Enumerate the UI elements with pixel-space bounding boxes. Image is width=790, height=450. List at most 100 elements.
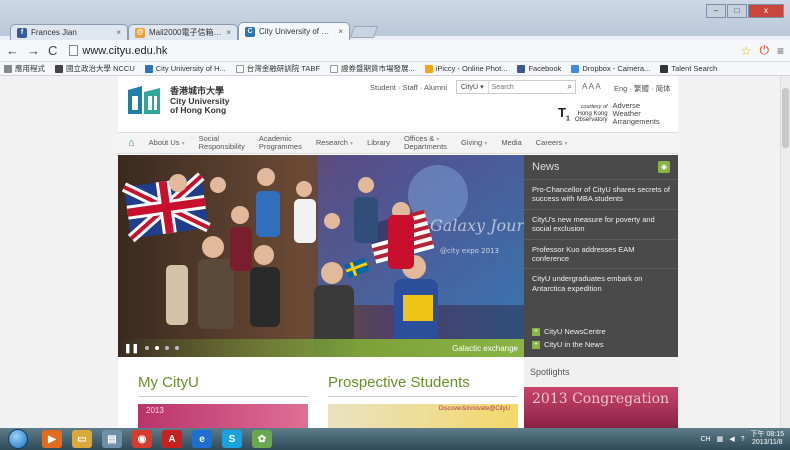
prospective-students-heading[interactable]: Prospective Students — [328, 374, 470, 391]
facebook-icon — [517, 64, 526, 73]
nav-careers[interactable]: Careers ▾ — [535, 137, 568, 147]
bookmark-label: 證券暨期貨市場發展... — [340, 64, 415, 73]
signal-letter: T — [558, 105, 566, 121]
newscentre-link[interactable]: + CityU NewsCentre — [532, 327, 606, 336]
language-switcher[interactable]: Eng · 繁體 · 简体 — [614, 83, 671, 94]
maximize-button[interactable]: □ — [727, 4, 747, 18]
bookmark-apps[interactable]: 應用程式 — [4, 63, 45, 74]
media-player-icon[interactable]: ▶ — [42, 430, 62, 448]
bookmark-tabf[interactable]: 台灣金融研訓院 TABF — [235, 63, 320, 74]
nav-giving[interactable]: Giving ▾ — [461, 138, 487, 147]
url-text: www.cityu.edu.hk — [82, 44, 168, 57]
minimize-button[interactable]: – — [706, 4, 726, 18]
bookmarks-bar: 應用程式 國立政治大學 NCCU City University of H...… — [0, 62, 790, 76]
cityu-logo[interactable]: 香港城市大學 City University of Hong Kong — [124, 84, 230, 118]
news-item[interactable]: Professor Kuo addresses EAM conference — [524, 238, 678, 269]
my-cityu-heading[interactable]: My CityU — [138, 374, 199, 391]
bookmark-talent[interactable]: Talent Search — [660, 64, 717, 73]
reload-icon[interactable]: C — [48, 44, 57, 57]
weather-widget[interactable]: T1 courtesy of Hong Kong Observatory Adv… — [558, 102, 660, 126]
page-scrollbar[interactable] — [780, 76, 790, 428]
ie-icon[interactable]: e — [192, 430, 212, 448]
nav-academic-programmes[interactable]: Academic Programmes — [259, 135, 302, 151]
tab-mail2000[interactable]: @ Mail2000電子信箱--993 × — [128, 24, 238, 40]
prospective-banner[interactable]: Discover&Innovate@CityU — [328, 404, 518, 428]
tab-cityu[interactable]: C City University of Hong K × — [238, 22, 350, 40]
slide-dot[interactable] — [175, 346, 180, 350]
slide-dot-active[interactable] — [155, 346, 160, 350]
chevron-down-icon: ▾ — [564, 140, 568, 147]
window-controls: – □ x — [706, 4, 784, 18]
nav-label-2: Responsibility — [198, 142, 245, 151]
banner-text: 2013 — [146, 406, 164, 415]
nav-about-us[interactable]: About Us ▾ — [149, 138, 185, 147]
audience-links[interactable]: Student · Staff · Alumni — [370, 83, 447, 92]
start-button[interactable] — [8, 429, 28, 449]
search-icon[interactable]: ⌕ — [568, 82, 575, 92]
scrollbar-thumb[interactable] — [782, 88, 789, 148]
home-icon[interactable]: ⌂ — [128, 137, 135, 149]
slide-dot[interactable] — [165, 346, 170, 350]
nav-label: Careers — [535, 137, 563, 147]
hero-photo: Galaxy Journey @city expo 2013 — [118, 155, 524, 357]
bookmark-sfi[interactable]: 證券暨期貨市場發展... — [329, 63, 415, 74]
new-tab-button[interactable] — [349, 26, 379, 38]
chrome-icon[interactable]: ◉ — [132, 430, 152, 448]
nav-label: Media — [501, 138, 522, 148]
bookmark-dropbox[interactable]: Dropbox - Camera... — [571, 64, 650, 73]
news-item[interactable]: CityU undergraduates embark on Antarctic… — [524, 268, 678, 298]
cityu-in-news-link[interactable]: + CityU in the News — [532, 340, 606, 349]
input-language-indicator[interactable]: CH — [700, 436, 710, 443]
slide-caption[interactable]: Galactic exchange — [452, 344, 518, 353]
banner-text: 2013 Congregation — [532, 391, 670, 407]
close-window-button[interactable]: x — [748, 4, 784, 18]
nav-library[interactable]: Library — [367, 139, 390, 147]
apps-icon — [4, 64, 12, 73]
chevron-down-icon: ▾ — [480, 84, 484, 91]
page-icon — [329, 64, 338, 73]
address-bar[interactable]: www.cityu.edu.hk — [65, 42, 732, 59]
divider — [138, 396, 308, 397]
extension-icon[interactable]: ⏻ — [759, 43, 769, 58]
bookmark-ipiccy[interactable]: iPiccy - Online Phot... — [424, 64, 507, 73]
logo-line2: of Hong Kong — [170, 104, 227, 115]
search-input[interactable] — [488, 83, 549, 91]
slide-dot[interactable] — [145, 346, 150, 350]
nav-offices-departments[interactable]: Offices & ▾ Departments — [404, 134, 447, 151]
pause-icon[interactable]: ❚❚ — [124, 343, 139, 354]
nav-media[interactable]: Media — [501, 139, 521, 147]
news-title: News — [532, 161, 560, 173]
files-icon[interactable]: ▤ — [102, 430, 122, 448]
acrobat-icon[interactable]: A — [162, 430, 182, 448]
app-icon[interactable]: ✿ — [252, 430, 272, 448]
nav-research[interactable]: Research ▾ — [316, 138, 353, 147]
close-icon[interactable]: × — [338, 27, 343, 36]
news-item[interactable]: CityU's new measure for poverty and soci… — [524, 208, 678, 239]
tab-frances[interactable]: f Frances Jian × — [10, 24, 128, 40]
skype-icon[interactable]: S — [222, 430, 242, 448]
bookmark-star-icon[interactable]: ☆ — [741, 44, 752, 58]
help-icon[interactable]: ? — [741, 436, 745, 443]
rss-icon[interactable]: ◉ — [658, 161, 670, 173]
hero-slideshow[interactable]: Galaxy Journey @city expo 2013 — [118, 155, 524, 357]
bookmark-cityu[interactable]: City University of H... — [144, 64, 226, 73]
my-cityu-banner[interactable]: 2013 — [138, 404, 308, 428]
nav-social-responsibility[interactable]: Social Responsibility — [199, 135, 245, 151]
network-icon[interactable]: ▦ — [717, 435, 724, 443]
folder-icon[interactable]: ▭ — [72, 430, 92, 448]
close-icon[interactable]: × — [226, 28, 231, 37]
close-icon[interactable]: × — [116, 28, 121, 37]
congregation-banner[interactable]: 2013 Congregation — [524, 387, 678, 428]
back-icon[interactable]: ← — [6, 44, 19, 57]
main-nav: ⌂ About Us ▾ Social Responsibility Academ… — [118, 132, 678, 154]
bookmark-nccu[interactable]: 國立政治大學 NCCU — [55, 63, 135, 74]
search-scope-dropdown[interactable]: CityU ▾ — [457, 81, 489, 93]
menu-icon[interactable]: ≡ — [777, 44, 784, 58]
news-item[interactable]: Pro-Chancellor of CityU shares secrets o… — [524, 179, 678, 209]
font-size-controls[interactable]: A A A — [582, 82, 601, 91]
volume-icon[interactable]: ◀ — [729, 435, 734, 443]
clock[interactable]: 下午 08:15 2013/11/8 — [751, 431, 784, 446]
forward-icon[interactable]: → — [27, 44, 40, 57]
page-icon — [235, 64, 244, 73]
bookmark-facebook[interactable]: Facebook — [517, 64, 561, 73]
